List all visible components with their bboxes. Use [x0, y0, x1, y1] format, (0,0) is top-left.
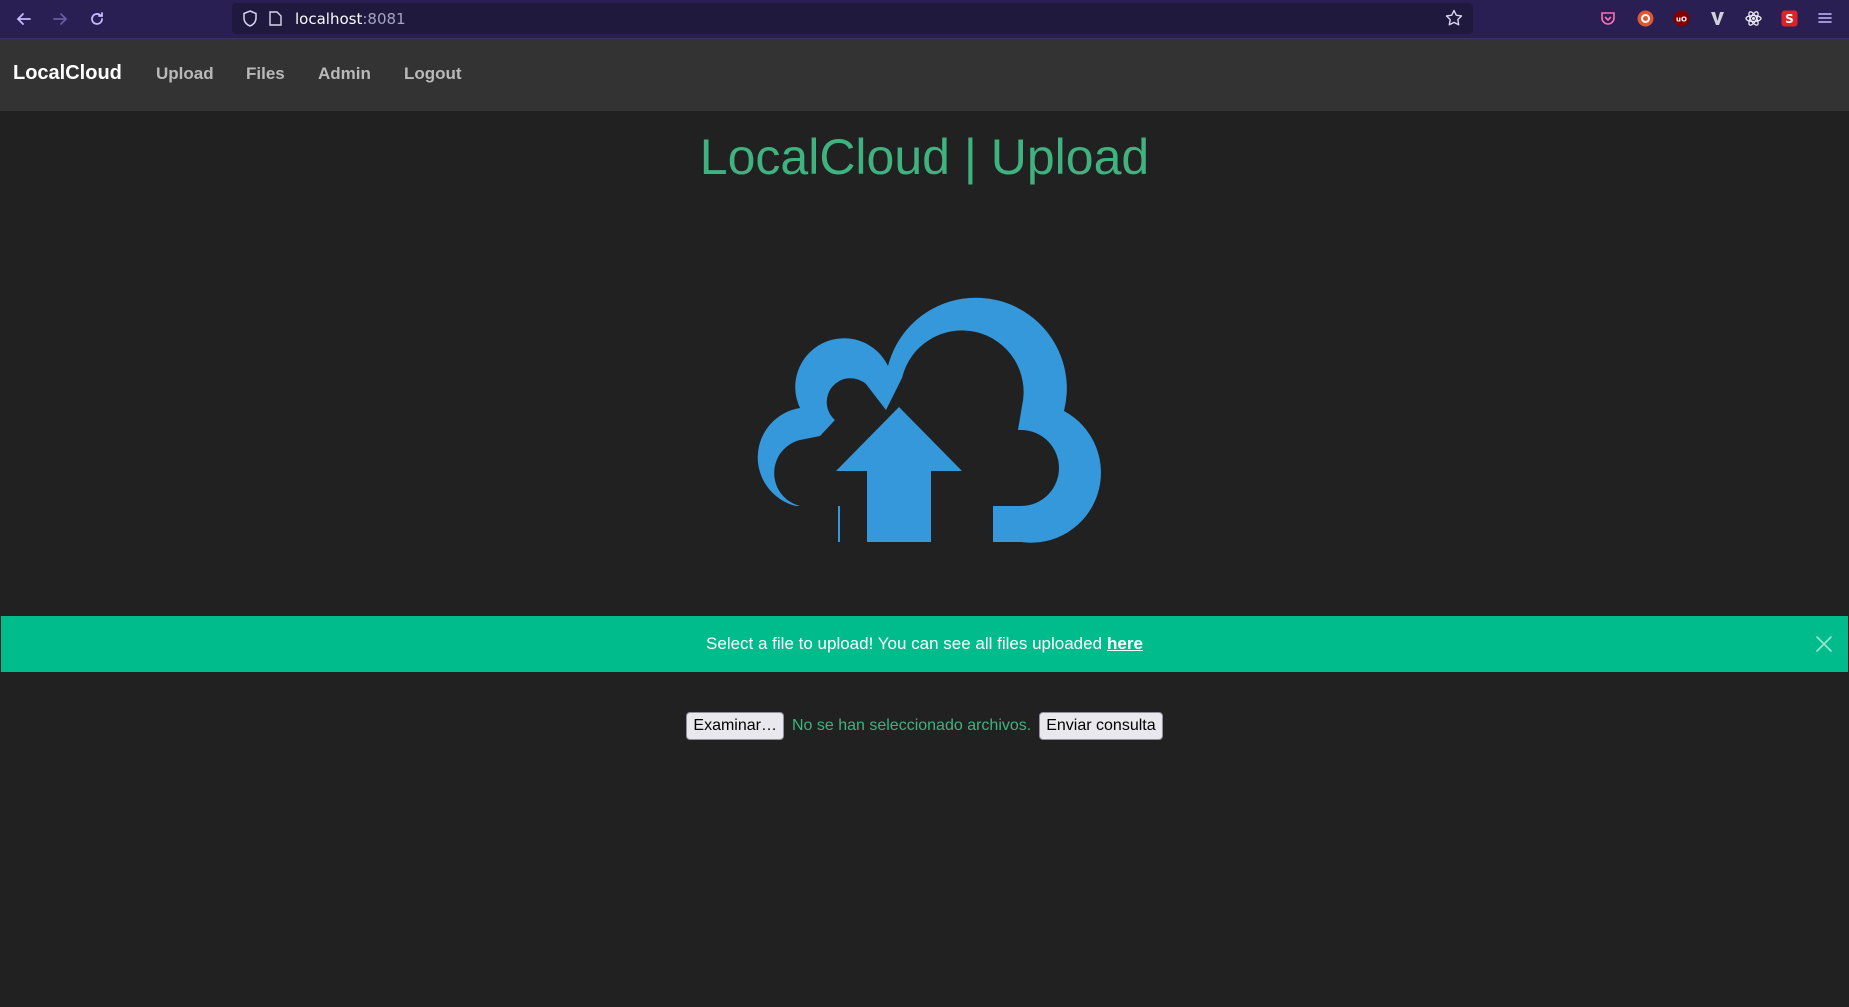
- pocket-icon[interactable]: [1599, 9, 1617, 27]
- page-icon: [269, 11, 282, 31]
- vimium-icon[interactable]: [1708, 9, 1726, 27]
- files-link[interactable]: here: [1107, 634, 1143, 654]
- ublock-icon[interactable]: uO: [1672, 9, 1690, 27]
- shield-icon[interactable]: [242, 10, 258, 32]
- url-text[interactable]: localhost:8081: [295, 10, 406, 28]
- page-title: LocalCloud | Upload: [699, 129, 1150, 185]
- svg-text:S: S: [1785, 12, 1794, 26]
- react-devtools-icon[interactable]: [1744, 9, 1762, 27]
- url-bar[interactable]: localhost:8081: [232, 3, 1473, 34]
- svg-text:uO: uO: [1676, 15, 1687, 23]
- close-icon[interactable]: [1814, 634, 1834, 654]
- reload-icon[interactable]: [86, 8, 108, 30]
- forward-arrow-icon[interactable]: [49, 8, 71, 30]
- nav-admin[interactable]: Admin: [318, 64, 371, 84]
- s-extension-icon[interactable]: S: [1780, 9, 1798, 27]
- brand-logo[interactable]: LocalCloud: [13, 62, 122, 85]
- duckduckgo-icon[interactable]: [1636, 9, 1654, 27]
- hamburger-menu-icon[interactable]: [1816, 9, 1834, 27]
- app-navbar: LocalCloud Upload Files Admin Logout: [0, 39, 1849, 111]
- back-arrow-icon[interactable]: [13, 8, 35, 30]
- nav-upload[interactable]: Upload: [156, 64, 214, 84]
- nav-files[interactable]: Files: [246, 64, 285, 84]
- file-status-text: No se han seleccionado archivos.: [791, 717, 1032, 734]
- alert-message: Select a file to upload! You can see all…: [706, 634, 1103, 653]
- browser-toolbar: localhost:8081 uO S: [0, 0, 1849, 39]
- bookmark-star-icon[interactable]: [1445, 9, 1463, 32]
- nav-logout[interactable]: Logout: [404, 64, 462, 84]
- browse-button[interactable]: Examinar…: [686, 712, 784, 740]
- submit-button[interactable]: Enviar consulta: [1039, 712, 1163, 740]
- upload-form: Examinar… No se han seleccionado archivo…: [0, 712, 1849, 740]
- cloud-upload-icon: [738, 296, 1112, 544]
- info-alert: Select a file to upload! You can see all…: [1, 616, 1848, 672]
